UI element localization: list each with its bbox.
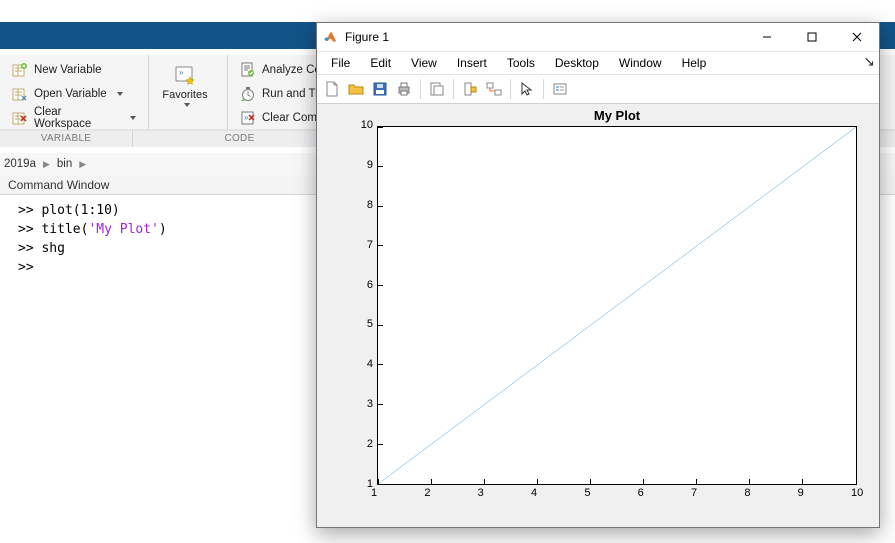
line-plot: [378, 127, 856, 484]
variable-section: New Variable Open Variable Clear Workspa…: [0, 55, 149, 129]
x-tick-label: 9: [798, 487, 804, 499]
menu-file[interactable]: File: [321, 53, 360, 73]
favorites-icon: »: [173, 63, 197, 87]
x-tick-label: 8: [744, 487, 750, 499]
cmd-line: shg: [41, 241, 64, 256]
cmd-line: plot(1:10): [41, 203, 119, 218]
menu-tools[interactable]: Tools: [497, 53, 545, 73]
y-tick-label: 9: [351, 159, 373, 171]
breadcrumb-segment[interactable]: 2019a: [4, 158, 36, 170]
figure-window: Figure 1 File Edit View Insert Tools Des…: [316, 22, 880, 528]
figure-canvas[interactable]: My Plot 12345678910 12345678910: [317, 104, 879, 527]
maximize-button[interactable]: [789, 23, 834, 51]
analyze-code-icon: [240, 62, 256, 78]
menu-desktop[interactable]: Desktop: [545, 53, 609, 73]
figure-title-text: Figure 1: [345, 30, 389, 44]
insert-legend-icon[interactable]: [549, 78, 571, 100]
page-setup-icon[interactable]: [426, 78, 448, 100]
print-icon[interactable]: [393, 78, 415, 100]
open-variable-label: Open Variable: [34, 88, 107, 100]
y-tick-label: 2: [351, 438, 373, 450]
clear-commands-icon: »: [240, 110, 256, 126]
toolbar-separator: [543, 79, 544, 99]
x-tick-label: 2: [424, 487, 430, 499]
code-section-label: CODE: [133, 131, 347, 147]
chevron-down-icon: [184, 103, 190, 107]
new-variable-label: New Variable: [34, 64, 102, 76]
y-tick-label: 5: [351, 318, 373, 330]
svg-text:»: »: [244, 113, 249, 122]
y-tick-labels: 12345678910: [351, 126, 373, 485]
open-variable-icon: [12, 86, 28, 102]
menu-help[interactable]: Help: [672, 53, 717, 73]
favorites-label: Favorites: [162, 89, 207, 101]
figure-menubar: File Edit View Insert Tools Desktop Wind…: [317, 52, 879, 75]
axes-title: My Plot: [377, 108, 857, 123]
x-tick-label: 10: [851, 487, 863, 499]
y-tick-label: 6: [351, 279, 373, 291]
dock-figure-icon[interactable]: ↘: [863, 53, 875, 70]
x-tick-label: 6: [638, 487, 644, 499]
variable-section-label: VARIABLE: [0, 131, 133, 147]
x-tick-label: 7: [691, 487, 697, 499]
toolbar-separator: [510, 79, 511, 99]
clear-workspace-icon: [12, 110, 28, 126]
close-button[interactable]: [834, 23, 879, 51]
x-tick-labels: 12345678910: [377, 487, 857, 503]
favorites-button[interactable]: » Favorites: [157, 61, 213, 123]
y-tick-label: 1: [351, 478, 373, 490]
menu-insert[interactable]: Insert: [447, 53, 497, 73]
breadcrumb-separator: ▶: [43, 159, 50, 170]
x-tick-label: 5: [584, 487, 590, 499]
y-tick-label: 3: [351, 398, 373, 410]
new-file-icon[interactable]: [321, 78, 343, 100]
chevron-down-icon: [130, 116, 136, 120]
run-and-time-icon: [240, 86, 256, 102]
open-folder-icon[interactable]: [345, 78, 367, 100]
cmd-line: title(: [41, 222, 88, 237]
clear-workspace-button[interactable]: Clear Workspace: [8, 107, 140, 129]
figure-titlebar[interactable]: Figure 1: [317, 23, 879, 52]
figure-toolbar: [317, 75, 879, 104]
svg-text:»: »: [179, 68, 184, 77]
favorites-section: » Favorites: [149, 55, 227, 129]
new-variable-icon: [12, 62, 28, 78]
save-icon[interactable]: [369, 78, 391, 100]
toolbar-separator: [420, 79, 421, 99]
minimize-button[interactable]: [744, 23, 789, 51]
breadcrumb-segment[interactable]: bin: [57, 158, 72, 170]
y-tick-label: 7: [351, 239, 373, 251]
toolbar-separator: [453, 79, 454, 99]
axes: My Plot 12345678910 12345678910: [377, 126, 857, 485]
x-tick-label: 3: [478, 487, 484, 499]
menu-view[interactable]: View: [401, 53, 447, 73]
pointer-icon[interactable]: [516, 78, 538, 100]
data-cursor-icon[interactable]: [459, 78, 481, 100]
plot-area: [377, 126, 857, 485]
link-plots-icon[interactable]: [483, 78, 505, 100]
menu-window[interactable]: Window: [609, 53, 672, 73]
cmd-string-literal: 'My Plot': [88, 222, 158, 237]
menu-edit[interactable]: Edit: [360, 53, 401, 73]
x-tick-label: 4: [531, 487, 537, 499]
y-tick-label: 4: [351, 358, 373, 370]
new-variable-button[interactable]: New Variable: [8, 59, 106, 81]
breadcrumb-separator: ▶: [79, 159, 86, 170]
y-tick-label: 8: [351, 199, 373, 211]
y-tick-label: 10: [351, 119, 373, 131]
matlab-icon: [323, 29, 339, 45]
open-variable-button[interactable]: Open Variable: [8, 83, 127, 105]
clear-workspace-label: Clear Workspace: [34, 106, 120, 130]
chevron-down-icon: [117, 92, 123, 96]
